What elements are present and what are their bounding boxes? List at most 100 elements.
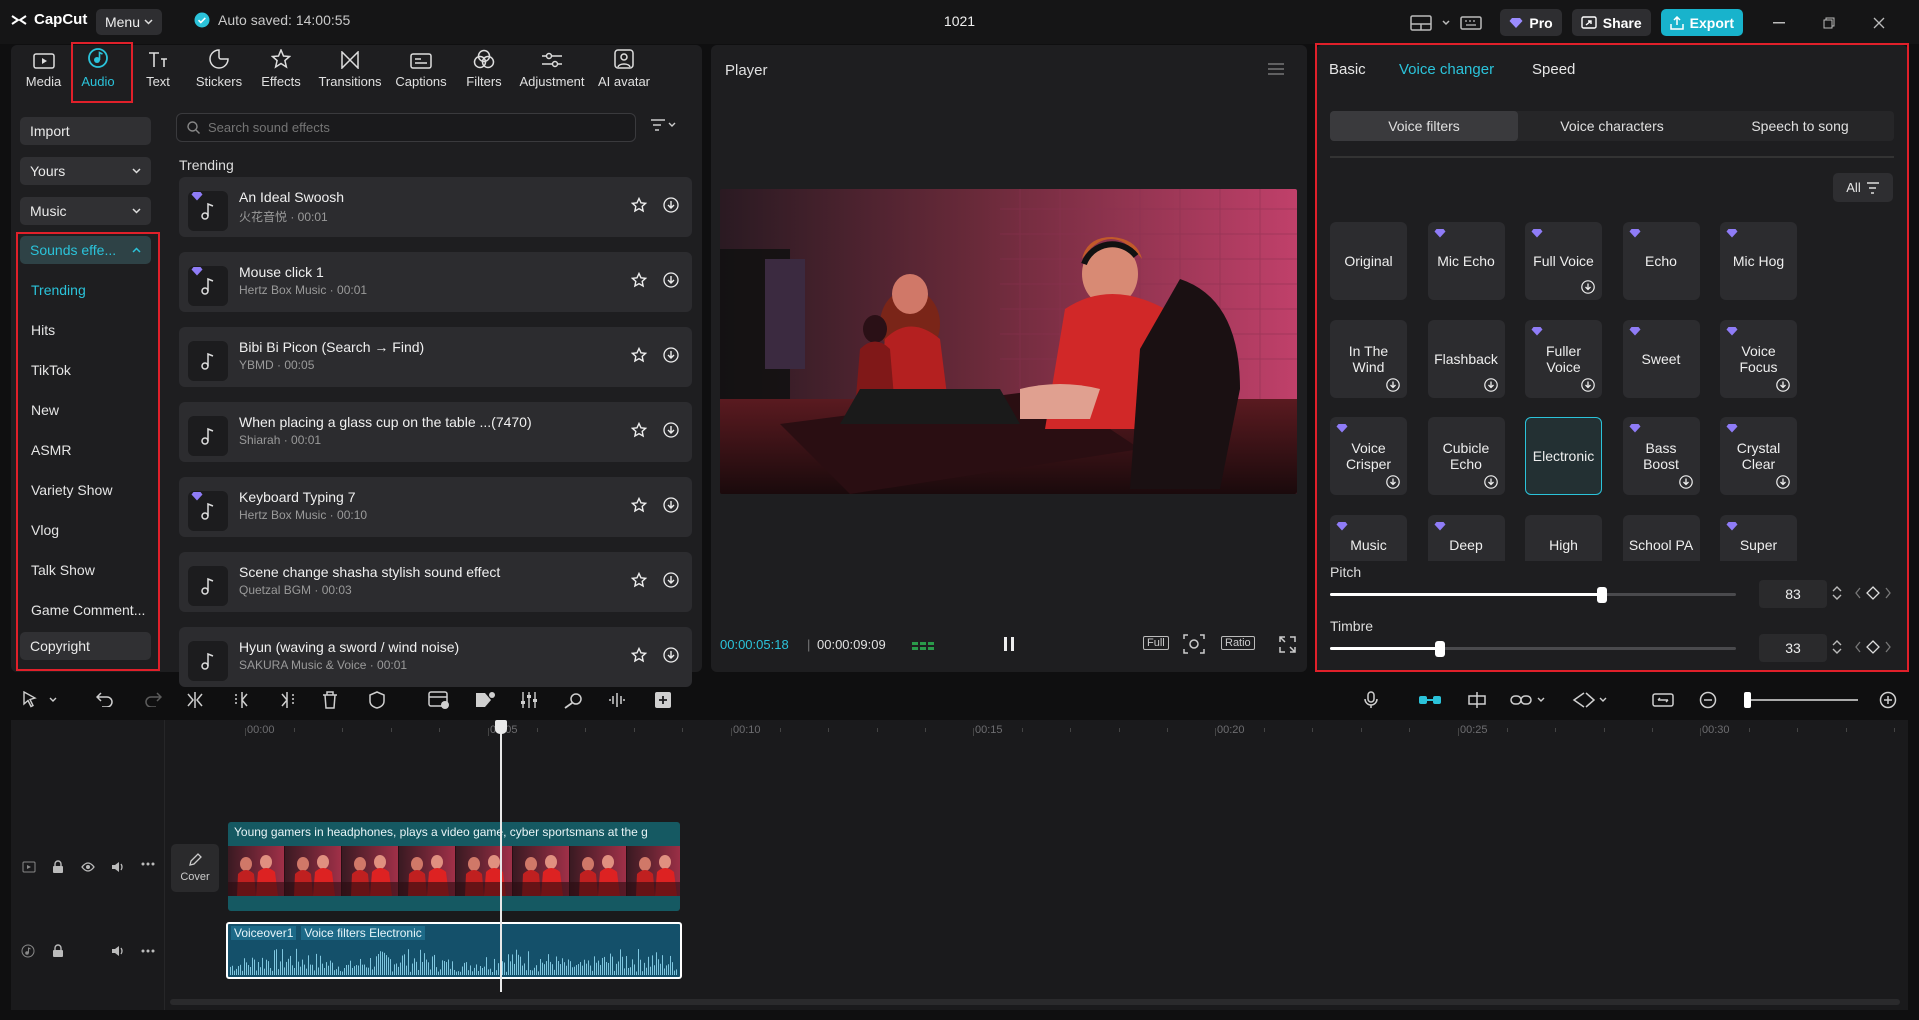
pitch-value[interactable]: 83 (1759, 580, 1827, 608)
voice-filter-item[interactable]: Flashback (1427, 319, 1505, 398)
sidebar-item-tiktok[interactable]: TikTok (31, 362, 71, 378)
search-box[interactable] (176, 113, 636, 142)
audio-wave-icon[interactable] (608, 691, 626, 709)
download-icon[interactable] (663, 197, 679, 213)
auto-cut-icon[interactable] (563, 691, 583, 709)
fullscreen-icon[interactable] (1279, 636, 1296, 653)
voice-filter-item[interactable]: Full Voice (1525, 222, 1602, 300)
playhead-handle[interactable] (495, 720, 507, 734)
favorite-star-icon[interactable] (631, 272, 647, 288)
timeline-scrollbar[interactable] (170, 999, 1900, 1005)
favorite-star-icon[interactable] (631, 572, 647, 588)
audio-adjust-icon[interactable] (520, 691, 538, 709)
download-icon[interactable] (1776, 377, 1790, 392)
voice-filter-item[interactable]: Music (1330, 514, 1407, 561)
tab-filters[interactable]: Filters (454, 45, 514, 95)
microphone-icon[interactable] (1364, 691, 1378, 709)
full-button[interactable]: Full (1143, 636, 1169, 650)
voice-filter-item[interactable]: Bass Boost (1622, 417, 1700, 495)
minimize-button[interactable] (1759, 21, 1799, 24)
audio-lock-icon[interactable] (52, 944, 64, 958)
download-icon[interactable] (1483, 377, 1498, 392)
sound-item[interactable]: When placing a glass cup on the table ..… (179, 402, 692, 462)
download-icon[interactable] (1581, 377, 1595, 392)
timbre-slider[interactable] (1330, 641, 1736, 657)
timbre-keyframe-controls[interactable] (1854, 640, 1892, 654)
voice-filter-item[interactable]: Voice Crisper (1330, 417, 1407, 495)
download-icon[interactable] (1386, 377, 1400, 392)
link-icon[interactable] (1510, 691, 1546, 709)
sound-item[interactable]: Keyboard Typing 7 Hertz Box Music · 00:10 (179, 477, 692, 537)
tab-speed[interactable]: Speed (1532, 61, 1575, 78)
export-button[interactable]: Export (1660, 9, 1743, 36)
snap-icon[interactable] (1466, 691, 1488, 709)
trim-left-icon[interactable] (233, 691, 251, 709)
zoom-slider[interactable] (1744, 692, 1858, 708)
pitch-handle[interactable] (1597, 587, 1608, 603)
voice-filter-item[interactable]: In The Wind (1330, 319, 1407, 398)
download-icon[interactable] (1678, 475, 1693, 489)
segment-voice-filters[interactable]: Voice filters (1330, 111, 1518, 141)
sound-item[interactable]: An Ideal Swoosh 火花音悦 · 00:01 (179, 177, 692, 237)
timbre-stepper-icon[interactable] (1832, 638, 1842, 656)
tab-captions[interactable]: Captions (388, 45, 454, 95)
sound-item[interactable]: Hyun (waving a sword / wind noise) SAKURA… (179, 627, 692, 687)
auto-reframe-icon[interactable] (428, 691, 450, 709)
favorite-star-icon[interactable] (631, 422, 647, 438)
ratio-button[interactable]: Ratio (1221, 636, 1255, 650)
import-button[interactable]: Import (20, 117, 151, 145)
tab-effects[interactable]: Effects (250, 45, 312, 95)
sidebar-item-talk-show[interactable]: Talk Show (31, 562, 95, 578)
sidebar-item-game-commentary[interactable]: Game Comment... (31, 602, 145, 618)
sidebar-item-variety-show[interactable]: Variety Show (31, 482, 112, 498)
download-icon[interactable] (663, 422, 679, 438)
tab-basic[interactable]: Basic (1329, 61, 1366, 78)
favorite-star-icon[interactable] (631, 347, 647, 363)
lock-icon[interactable] (52, 860, 64, 874)
main-track-magnet-icon[interactable] (1418, 691, 1442, 709)
split-icon[interactable] (186, 691, 204, 709)
tab-voice-changer[interactable]: Voice changer (1399, 61, 1494, 78)
download-icon[interactable] (1386, 475, 1400, 489)
sounds-effects-dropdown[interactable]: Sounds effe... (20, 236, 151, 264)
favorite-star-icon[interactable] (631, 647, 647, 663)
sidebar-item-copyright[interactable]: Copyright (20, 632, 151, 660)
segment-speech-to-song[interactable]: Speech to song (1706, 111, 1894, 141)
eye-icon[interactable] (81, 862, 95, 872)
chevron-down-icon[interactable] (1442, 19, 1450, 26)
voice-filter-item[interactable]: Mic Hog (1720, 222, 1797, 300)
zoom-handle[interactable] (1744, 692, 1751, 708)
download-icon[interactable] (1581, 280, 1595, 294)
pitch-slider[interactable] (1330, 587, 1736, 603)
download-icon[interactable] (663, 272, 679, 288)
favorite-star-icon[interactable] (631, 197, 647, 213)
select-tool-icon[interactable] (22, 691, 58, 709)
generate-icon[interactable] (654, 691, 672, 709)
close-button[interactable] (1859, 17, 1899, 29)
segment-voice-characters[interactable]: Voice characters (1518, 111, 1706, 141)
tab-audio[interactable]: Audio (68, 45, 128, 95)
download-icon[interactable] (1483, 475, 1498, 489)
zoom-fit-icon[interactable] (1183, 634, 1205, 654)
pitch-stepper-icon[interactable] (1832, 584, 1842, 602)
all-filter-button[interactable]: All (1833, 173, 1893, 202)
voice-filter-item[interactable]: Electronic (1525, 417, 1602, 495)
voice-filter-item[interactable]: Echo (1622, 222, 1700, 300)
share-button[interactable]: Share (1571, 9, 1651, 36)
sidebar-item-trending[interactable]: Trending (31, 282, 86, 298)
playhead[interactable] (495, 720, 507, 992)
pause-button[interactable] (1002, 636, 1016, 652)
tab-text[interactable]: Text (128, 45, 188, 95)
player-menu-icon[interactable] (1268, 63, 1284, 75)
audio-more-icon[interactable] (141, 949, 155, 953)
favorite-star-icon[interactable] (631, 497, 647, 513)
music-dropdown[interactable]: Music (20, 197, 151, 225)
sort-filter-button[interactable] (650, 119, 676, 131)
trim-right-icon[interactable] (278, 691, 296, 709)
download-icon[interactable] (663, 497, 679, 513)
tab-ai-avatar[interactable]: AI avatar (590, 45, 658, 95)
voice-filter-item[interactable]: Mic Echo (1427, 222, 1505, 300)
voice-filter-item[interactable]: Crystal Clear (1720, 417, 1797, 495)
voice-filter-item[interactable]: Cubicle Echo (1427, 417, 1505, 495)
tab-media[interactable]: Media (19, 45, 68, 95)
